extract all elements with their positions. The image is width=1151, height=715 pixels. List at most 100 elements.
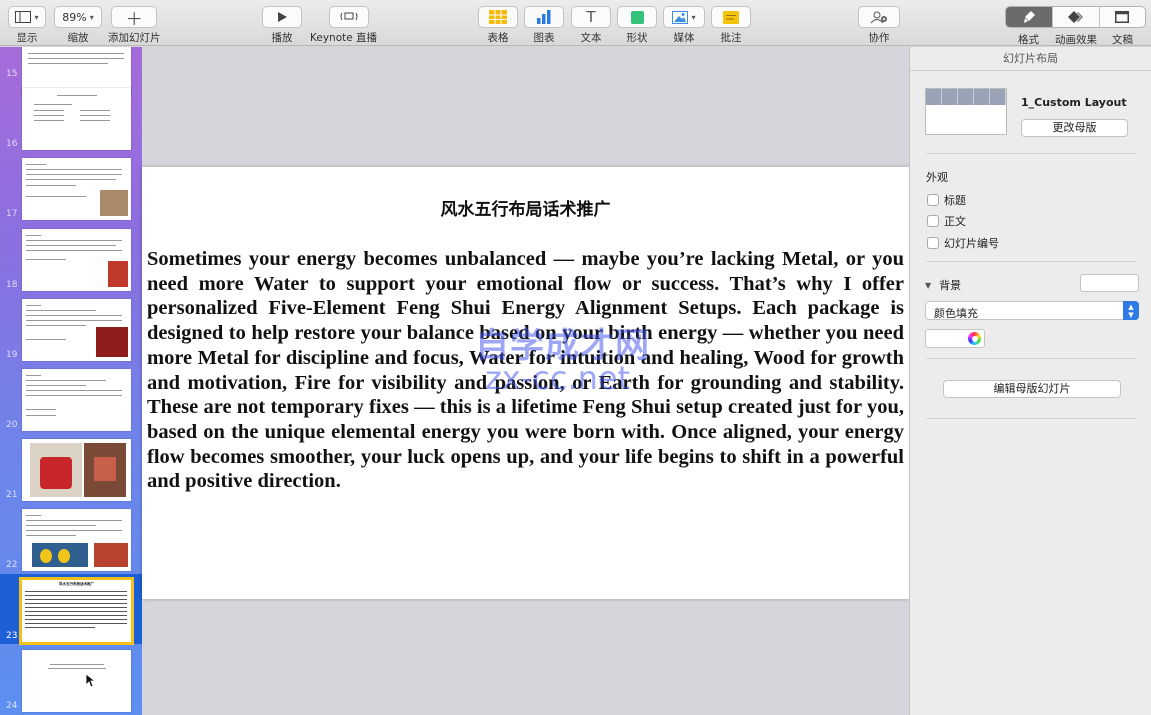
- zoom-label: 缩放: [67, 32, 89, 44]
- layout-name: 1_Custom Layout: [1021, 96, 1127, 109]
- color-swatch[interactable]: [925, 329, 985, 348]
- table-label: 表格: [487, 32, 509, 44]
- inspector-tab-group: [1005, 6, 1146, 28]
- media-icon: [672, 10, 689, 24]
- background-color-well[interactable]: [1080, 274, 1139, 292]
- slide-canvas[interactable]: 风水五行布局话术推广 Sometimes your energy becomes…: [142, 47, 909, 715]
- keynote-live-control[interactable]: Keynote 直播: [310, 6, 377, 45]
- text-label: 文本: [580, 32, 602, 44]
- edit-master-slide-button[interactable]: 编辑母版幻灯片: [943, 380, 1121, 398]
- animate-label: 动画效果: [1055, 34, 1097, 46]
- slide-number: 17: [6, 209, 18, 219]
- fill-type-select[interactable]: 颜色填充 ▲ ▼: [925, 301, 1139, 320]
- background-heading: 背景: [939, 279, 962, 292]
- add-slide-control[interactable]: ＋ 添加幻灯片: [108, 6, 161, 45]
- table-button[interactable]: [478, 6, 518, 28]
- slide-thumbnail-22[interactable]: [22, 509, 131, 571]
- checkbox-box[interactable]: [927, 215, 939, 227]
- slide-thumbnail-16[interactable]: [22, 88, 131, 150]
- slide-body-text[interactable]: Sometimes your energy becomes unbalanced…: [147, 247, 904, 494]
- checkbox-box[interactable]: [927, 194, 939, 206]
- inspector-header: 幻灯片布局: [910, 47, 1151, 71]
- slide-number-checkbox-label: 幻灯片编号: [944, 237, 999, 250]
- play-icon: [278, 12, 287, 22]
- chart-button[interactable]: [524, 6, 564, 28]
- slide-thumbnail-24[interactable]: [22, 650, 131, 712]
- plus-icon: ＋: [125, 9, 143, 30]
- slide-title[interactable]: 风水五行布局话术推广: [142, 195, 909, 220]
- media-control[interactable]: ▾ 媒体: [663, 6, 705, 45]
- format-inspector: 幻灯片布局 1_Custom Layout 更改母版 外观 标题 正文 幻灯片编…: [909, 47, 1151, 715]
- text-button[interactable]: T: [571, 6, 611, 28]
- disclosure-triangle-icon: ▼: [925, 280, 932, 290]
- shape-button[interactable]: [617, 6, 657, 28]
- thumbnail-title: 风水五行布局话术推广: [59, 582, 94, 586]
- play-label: 播放: [271, 32, 293, 44]
- collaborate-button[interactable]: [858, 6, 900, 28]
- animate-diamond-icon: [1068, 11, 1083, 23]
- format-tab[interactable]: [1006, 7, 1053, 27]
- slide-navigator[interactable]: 15 16 17 18 19 20 21 22 风水五行布局话术推广 23 24: [0, 47, 142, 715]
- fill-type-value: 颜色填充: [934, 307, 978, 320]
- slide-number-selected: 23: [6, 631, 18, 641]
- title-checkbox[interactable]: 标题: [927, 192, 966, 208]
- slide-thumbnail-19[interactable]: [22, 299, 131, 361]
- play-control[interactable]: 播放: [262, 6, 302, 45]
- slide-thumbnail-23[interactable]: 风水五行布局话术推广: [19, 577, 134, 645]
- slide-thumbnail-17[interactable]: [22, 158, 131, 220]
- checkbox-box[interactable]: [927, 237, 939, 249]
- view-control[interactable]: ▾ 显示: [8, 6, 46, 45]
- title-checkbox-label: 标题: [944, 194, 966, 207]
- thumbnail-image: [96, 327, 128, 357]
- collaborate-label: 协作: [868, 32, 890, 44]
- thumbnail-image: [100, 190, 128, 216]
- document-tab[interactable]: [1098, 7, 1145, 27]
- color-wheel-icon[interactable]: [968, 332, 981, 345]
- collaborate-control[interactable]: 协作: [858, 6, 900, 45]
- media-button[interactable]: ▾: [663, 6, 705, 28]
- slide-number: 16: [6, 139, 18, 149]
- slide-number: 22: [6, 560, 18, 570]
- view-button[interactable]: ▾: [8, 6, 46, 28]
- text-icon: T: [586, 8, 596, 26]
- media-label: 媒体: [673, 32, 695, 44]
- zoom-select[interactable]: 89% ▾: [54, 6, 102, 28]
- slide-number-checkbox[interactable]: 幻灯片编号: [927, 235, 999, 251]
- comment-label: 批注: [720, 32, 742, 44]
- current-slide[interactable]: 风水五行布局话术推广 Sometimes your energy becomes…: [142, 167, 909, 599]
- text-control[interactable]: T 文本: [571, 6, 611, 45]
- background-section-toggle[interactable]: ▼ 背景: [925, 277, 961, 293]
- animate-tab[interactable]: [1052, 7, 1098, 27]
- chart-control[interactable]: 图表: [524, 6, 564, 45]
- table-control[interactable]: 表格: [478, 6, 518, 45]
- comment-control[interactable]: 批注: [711, 6, 751, 45]
- body-checkbox[interactable]: 正文: [927, 213, 966, 229]
- add-slide-button[interactable]: ＋: [111, 6, 158, 30]
- layout-thumbnail[interactable]: [925, 88, 1007, 135]
- thumbnail-image: [32, 543, 88, 567]
- slide-number: 19: [6, 350, 18, 360]
- slide-thumbnail-21[interactable]: [22, 439, 131, 501]
- document-label: 文稿: [1112, 34, 1133, 46]
- chart-icon: [537, 10, 551, 24]
- appearance-heading: 外观: [926, 171, 948, 184]
- thumbnail-image: [84, 443, 126, 497]
- select-stepper-icon: ▲ ▼: [1123, 301, 1139, 320]
- sidebar-view-icon: [15, 11, 32, 23]
- mouse-cursor-icon: [85, 673, 97, 691]
- play-button[interactable]: [262, 6, 302, 28]
- add-slide-label: 添加幻灯片: [108, 32, 161, 44]
- slide-number: 24: [6, 701, 18, 711]
- body-checkbox-label: 正文: [944, 215, 966, 228]
- keynote-live-button[interactable]: [328, 6, 369, 28]
- view-label: 显示: [16, 32, 38, 44]
- slide-thumbnail-18[interactable]: [22, 229, 131, 291]
- zoom-value: 89%: [62, 10, 87, 24]
- comment-button[interactable]: [711, 6, 751, 28]
- zoom-control[interactable]: 89% ▾ 缩放: [54, 6, 102, 45]
- table-icon: [489, 10, 507, 24]
- shape-control[interactable]: 形状: [617, 6, 657, 45]
- broadcast-icon: [340, 12, 358, 21]
- slide-thumbnail-20[interactable]: [22, 369, 131, 431]
- change-master-button[interactable]: 更改母版: [1021, 119, 1128, 137]
